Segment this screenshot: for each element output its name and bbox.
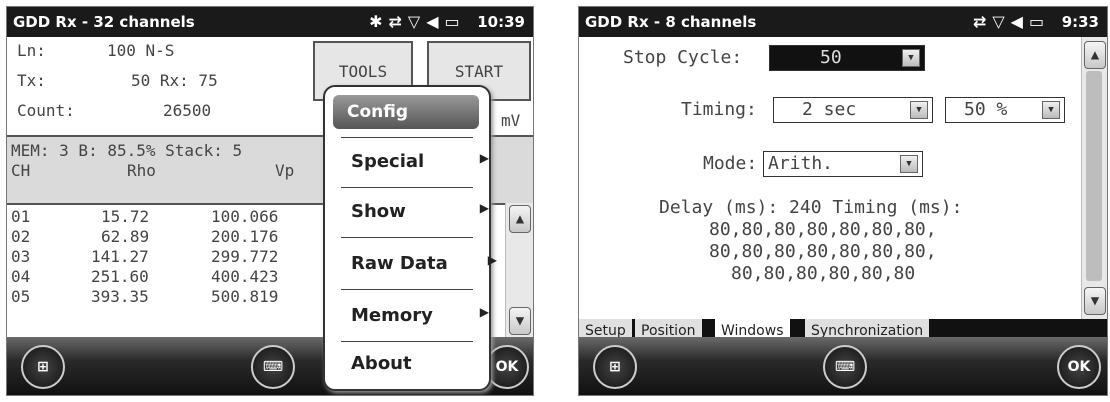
column-header-vp: Vp xyxy=(275,161,295,180)
menu-item-raw-data[interactable]: Raw Data ▶ xyxy=(351,253,497,274)
rho-cell: 141.27 xyxy=(91,247,149,266)
sync-icon: ⇄ xyxy=(388,12,408,31)
timing-percent-dropdown[interactable]: 50 % ▼ xyxy=(945,97,1065,123)
delay-timing-label: Delay (ms): 240 Timing (ms): xyxy=(659,197,963,218)
rho-cell: 393.35 xyxy=(91,287,149,306)
status-icons: ⇄▽◀▭ 9:33 xyxy=(973,12,1099,31)
stop-cycle-dropdown[interactable]: 50 ▼ xyxy=(769,45,925,71)
column-header-ch: CH xyxy=(11,161,31,180)
scroll-up-icon[interactable]: ▲ xyxy=(1084,41,1106,69)
menu-item-show[interactable]: Show ▶ xyxy=(351,201,495,222)
count-label: Count: xyxy=(17,101,75,120)
timing-values-line: 80,80,80,80,80,80 xyxy=(731,263,916,284)
status-bar: GDD Rx - 8 channels ⇄▽◀▭ 9:33 xyxy=(579,7,1107,37)
menu-separator xyxy=(341,289,473,290)
menu-item-special[interactable]: Special ▶ xyxy=(351,151,495,172)
timing-label: Timing: xyxy=(681,99,757,120)
menu-separator xyxy=(341,341,473,342)
tx-label: Tx: xyxy=(17,71,46,90)
menu-item-label: Special xyxy=(351,151,425,172)
stop-cycle-value: 50 xyxy=(820,47,842,68)
vp-cell: 100.066 xyxy=(211,207,279,226)
ch-cell: 03 xyxy=(11,247,31,266)
tx-rx-value: 50 Rx: 75 xyxy=(131,71,218,90)
windows-start-icon[interactable]: ⊞ xyxy=(21,345,65,389)
timing-value: 2 sec xyxy=(802,99,857,120)
scroll-down-icon[interactable]: ▼ xyxy=(1084,287,1106,315)
scroll-thumb[interactable] xyxy=(1086,71,1102,281)
column-header-rho: Rho xyxy=(127,161,156,180)
menu-item-label: Memory xyxy=(351,305,433,326)
app-title: GDD Rx - 32 channels xyxy=(13,13,195,31)
timing-dropdown[interactable]: 2 sec ▼ xyxy=(773,97,933,123)
mode-dropdown[interactable]: Arith. ▼ xyxy=(763,151,923,177)
timing-percent-value: 50 % xyxy=(964,99,1008,120)
mode-label: Mode: xyxy=(703,153,758,174)
menu-separator xyxy=(341,137,473,138)
table-scrollbar[interactable]: ▲ ▼ xyxy=(505,203,533,337)
scroll-up-icon[interactable]: ▲ xyxy=(509,205,531,233)
ch-cell: 02 xyxy=(11,227,31,246)
rho-cell: 251.60 xyxy=(91,267,149,286)
menu-item-about[interactable]: About xyxy=(351,353,495,374)
status-icons: ✱⇄▽◀▭ 10:39 xyxy=(369,12,525,31)
submenu-arrow-icon: ▶ xyxy=(479,151,489,165)
menu-item-config[interactable]: Config xyxy=(333,95,479,129)
count-value: 26500 xyxy=(163,101,212,120)
keyboard-icon[interactable]: ⌨ xyxy=(823,345,867,389)
chevron-down-icon[interactable]: ▼ xyxy=(900,155,918,173)
vp-cell: 500.819 xyxy=(211,287,279,306)
vp-cell: 200.176 xyxy=(211,227,279,246)
keyboard-icon[interactable]: ⌨ xyxy=(251,345,295,389)
signal-icon: ▽ xyxy=(992,12,1011,31)
ch-cell: 05 xyxy=(11,287,31,306)
menu-separator xyxy=(341,187,473,188)
rho-cell: 15.72 xyxy=(101,207,150,226)
app-title: GDD Rx - 8 channels xyxy=(585,13,757,31)
status-bar: GDD Rx - 32 channels ✱⇄▽◀▭ 10:39 xyxy=(7,7,533,37)
menu-item-label: Show xyxy=(351,201,406,222)
ch-cell: 01 xyxy=(11,207,31,226)
ok-button[interactable]: OK xyxy=(1057,345,1101,389)
menu-item-memory[interactable]: Memory ▶ xyxy=(351,305,495,326)
settings-scrollbar[interactable]: ▲ ▼ xyxy=(1081,37,1107,319)
windows-start-icon[interactable]: ⊞ xyxy=(593,345,637,389)
menu-item-label: Raw Data xyxy=(351,253,448,274)
clock: 9:33 xyxy=(1061,13,1099,31)
volume-icon: ◀ xyxy=(426,12,445,31)
timing-values-line: 80,80,80,80,80,80,80, xyxy=(709,219,937,240)
submenu-arrow-icon: ▶ xyxy=(479,201,489,215)
scroll-down-icon[interactable]: ▼ xyxy=(509,307,531,335)
submenu-arrow-icon: ▶ xyxy=(487,253,497,267)
stop-cycle-label: Stop Cycle: xyxy=(623,47,743,68)
ch-cell: 04 xyxy=(11,267,31,286)
chevron-down-icon[interactable]: ▼ xyxy=(1042,101,1060,119)
battery-icon: ▭ xyxy=(444,12,466,31)
bottom-bar: ⊞ ⌨ OK xyxy=(579,337,1107,395)
tools-menu: Config Special ▶ Show ▶ Raw Data ▶ Memory ▶ … xyxy=(323,85,497,391)
volume-icon: ◀ xyxy=(1010,12,1029,31)
mode-value: Arith. xyxy=(768,153,834,174)
clock: 10:39 xyxy=(477,13,525,31)
device-screen-8-channels: GDD Rx - 8 channels ⇄▽◀▭ 9:33 Stop Cycle… xyxy=(578,6,1108,396)
bluetooth-icon: ✱ xyxy=(369,12,389,31)
memory-status: MEM: 3 B: 85.5% Stack: 5 xyxy=(11,141,243,160)
timing-values-line: 80,80,80,80,80,80,80, xyxy=(709,241,937,262)
chevron-down-icon[interactable]: ▼ xyxy=(910,101,928,119)
signal-icon: ▽ xyxy=(407,12,427,31)
battery-charging-icon: ▭ xyxy=(1028,12,1051,31)
survey-info: Ln: 100 N-S Tx: 50 Rx: 75 Count: 26500 xyxy=(7,37,311,135)
device-screen-32-channels: GDD Rx - 32 channels ✱⇄▽◀▭ 10:39 Ln: 100… xyxy=(6,6,534,396)
menu-separator xyxy=(341,237,473,238)
vp-cell: 299.772 xyxy=(211,247,279,266)
submenu-arrow-icon: ▶ xyxy=(479,305,489,319)
sync-icon: ⇄ xyxy=(972,12,993,31)
line-value: 100 N-S xyxy=(107,41,175,60)
vp-cell: 400.423 xyxy=(211,267,279,286)
line-label: Ln: xyxy=(17,41,46,60)
unit-label: mV xyxy=(501,111,521,130)
chevron-down-icon[interactable]: ▼ xyxy=(902,49,920,67)
rho-cell: 62.89 xyxy=(101,227,150,246)
